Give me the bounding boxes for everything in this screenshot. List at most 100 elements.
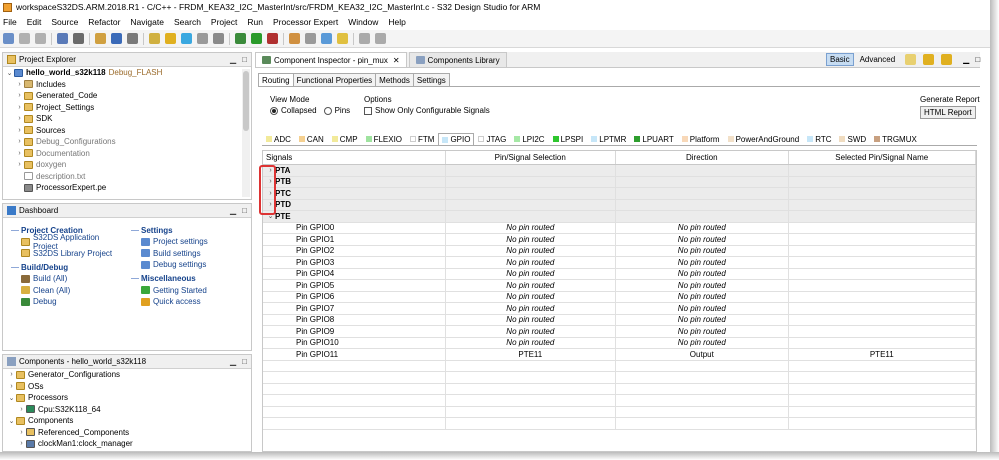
scrollbar[interactable] xyxy=(242,69,250,197)
pin-selection-cell[interactable]: No pin routed xyxy=(446,291,617,302)
expand-chevron-icon[interactable]: ⌄ xyxy=(5,69,14,77)
direction-cell[interactable]: No pin routed xyxy=(616,268,789,279)
components-title[interactable]: Components - hello_world_s32k118 xyxy=(19,357,146,366)
edit-icon[interactable] xyxy=(305,33,316,44)
direction-cell[interactable]: No pin routed xyxy=(616,314,789,325)
note-icon[interactable] xyxy=(905,54,917,65)
tree-item[interactable]: › Documentation xyxy=(5,148,251,160)
search-icon[interactable] xyxy=(321,33,332,44)
hammer-icon[interactable] xyxy=(73,33,84,44)
table-row[interactable]: Pin GPIO0 No pin routed No pin routed xyxy=(263,222,976,234)
menu-processor-expert[interactable]: Processor Expert xyxy=(273,17,338,27)
direction-cell[interactable]: No pin routed xyxy=(616,280,789,291)
expand-chevron-icon[interactable]: › xyxy=(15,150,24,157)
minimize-icon[interactable]: ▁ xyxy=(230,206,236,215)
tree-item[interactable]: › SDK xyxy=(5,113,251,125)
basic-mode-button[interactable]: Basic xyxy=(826,53,854,66)
tab-functional-properties[interactable]: Functional Properties xyxy=(292,73,377,86)
scrollbar-thumb[interactable] xyxy=(243,71,249,131)
tree-item[interactable]: › doxygen xyxy=(5,159,251,171)
expand-chevron-icon[interactable]: › xyxy=(15,138,24,145)
table-row[interactable]: Pin GPIO4 No pin routed No pin routed xyxy=(263,268,976,280)
pin-selection-cell[interactable]: No pin routed xyxy=(446,234,617,245)
package-icon[interactable] xyxy=(149,33,160,44)
table-row[interactable]: Pin GPIO8 No pin routed No pin routed xyxy=(263,314,976,326)
tree-item[interactable]: ProcessorExpert.pe xyxy=(5,182,251,194)
link-icon[interactable] xyxy=(127,33,138,44)
back-icon[interactable] xyxy=(359,33,370,44)
save-all-icon[interactable] xyxy=(35,33,46,44)
menu-project[interactable]: Project xyxy=(211,17,237,27)
table-row[interactable]: Pin GPIO6 No pin routed No pin routed xyxy=(263,291,976,303)
components-tree-item[interactable]: › Referenced_Components xyxy=(5,427,251,439)
direction-cell[interactable]: No pin routed xyxy=(616,234,789,245)
expand-chevron-icon[interactable]: ⌄ xyxy=(7,394,16,402)
link-getting-started[interactable]: Getting Started xyxy=(131,285,246,297)
link-build-settings[interactable]: Build settings xyxy=(131,248,246,260)
close-icon[interactable]: ✕ xyxy=(393,56,400,65)
maximize-icon[interactable]: □ xyxy=(242,206,247,215)
back-arrow-icon[interactable] xyxy=(923,54,935,65)
peripheral-tab-lpuart[interactable]: LPUART xyxy=(630,133,677,145)
components-tree-item[interactable]: › Generator_Configurations xyxy=(5,369,251,381)
expand-chevron-icon[interactable]: ⌄ xyxy=(7,417,16,425)
table-row[interactable]: Pin GPIO5 No pin routed No pin routed xyxy=(263,280,976,292)
expand-chevron-icon[interactable]: › xyxy=(15,81,24,88)
tree-item-project-root[interactable]: ⌄ hello_world_s32k118 Debug_FLASH xyxy=(5,67,251,79)
pin-selection-cell[interactable]: No pin routed xyxy=(446,326,617,337)
link-debug[interactable]: Debug xyxy=(11,296,126,308)
tree-item[interactable]: › Debug_Configurations xyxy=(5,136,251,148)
direction-cell[interactable]: No pin routed xyxy=(616,257,789,268)
configurable-signals-checkbox[interactable] xyxy=(364,106,372,115)
menu-window[interactable]: Window xyxy=(348,17,378,27)
tree-item[interactable]: › Generated_Code xyxy=(5,90,251,102)
direction-cell[interactable]: No pin routed xyxy=(616,222,789,233)
table-group-row[interactable]: ⌄ PTE xyxy=(263,211,976,223)
expand-chevron-icon[interactable]: › xyxy=(15,92,24,99)
menu-navigate[interactable]: Navigate xyxy=(130,17,164,27)
pin-selection-cell[interactable]: No pin routed xyxy=(446,337,617,348)
tree-item[interactable]: › Includes xyxy=(5,79,251,91)
marker-icon[interactable] xyxy=(337,33,348,44)
maximize-icon[interactable]: □ xyxy=(242,357,247,366)
table-row[interactable]: Pin GPIO11 PTE11 Output PTE11 xyxy=(263,349,976,361)
run-icon[interactable] xyxy=(251,33,262,44)
tab-settings[interactable]: Settings xyxy=(412,73,450,86)
pin-selection-cell[interactable]: No pin routed xyxy=(446,257,617,268)
project-explorer-title[interactable]: Project Explorer xyxy=(19,55,76,64)
components-tree-item[interactable]: ⌄ Components xyxy=(5,415,251,427)
peripheral-tab-ftm[interactable]: FTM xyxy=(406,133,438,145)
peripheral-tab-trgmux[interactable]: TRGMUX xyxy=(870,133,921,145)
debug-bug-icon[interactable] xyxy=(235,33,246,44)
table-group-row[interactable]: › PTD xyxy=(263,199,976,211)
direction-cell[interactable]: No pin routed xyxy=(616,291,789,302)
peripheral-tab-rtc[interactable]: RTC xyxy=(803,133,835,145)
tab-components-library[interactable]: Components Library xyxy=(408,52,507,67)
new-project-icon[interactable] xyxy=(289,33,300,44)
link-debug-settings[interactable]: Debug settings xyxy=(131,259,246,271)
peripheral-tab-jtag[interactable]: JTAG xyxy=(474,133,510,145)
link-application-project[interactable]: S32DS Application Project xyxy=(11,233,126,251)
link-project-settings[interactable]: Project settings xyxy=(131,236,246,248)
pin-selection-cell[interactable]: PTE11 xyxy=(446,349,617,360)
pin-selection-cell[interactable]: No pin routed xyxy=(446,245,617,256)
direction-cell[interactable]: No pin routed xyxy=(616,245,789,256)
menu-search[interactable]: Search xyxy=(174,17,201,27)
direction-cell[interactable]: No pin routed xyxy=(616,326,789,337)
external-tools-icon[interactable] xyxy=(267,33,278,44)
chip-icon[interactable] xyxy=(197,33,208,44)
minimize-icon[interactable]: ▁ xyxy=(963,55,969,64)
peripheral-tab-cmp[interactable]: CMP xyxy=(328,133,362,145)
html-report-button[interactable]: HTML Report xyxy=(920,106,976,119)
peripheral-tab-can[interactable]: CAN xyxy=(295,133,328,145)
expand-chevron-icon[interactable]: › xyxy=(7,371,16,378)
pin-selection-cell[interactable]: No pin routed xyxy=(446,280,617,291)
components-tree-item[interactable]: › clockMan1:clock_manager xyxy=(5,438,251,450)
radio-pins[interactable] xyxy=(323,106,332,115)
expand-chevron-icon[interactable]: › xyxy=(17,406,26,413)
direction-cell[interactable]: Output xyxy=(616,349,789,360)
components-tree-item[interactable]: ⌄ Processors xyxy=(5,392,251,404)
menu-source[interactable]: Source xyxy=(51,17,78,27)
link-quick-access[interactable]: Quick access xyxy=(131,296,246,308)
expand-chevron-icon[interactable]: › xyxy=(15,115,24,122)
